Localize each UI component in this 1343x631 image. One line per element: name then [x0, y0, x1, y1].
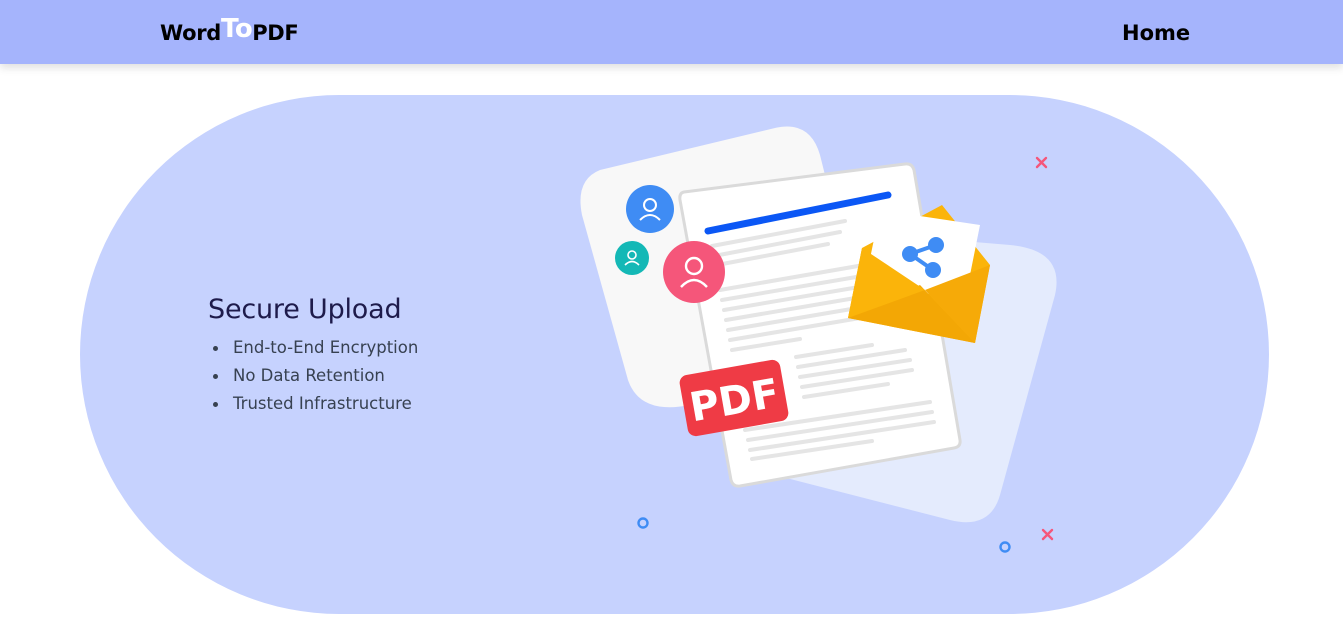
- user-icon: [615, 241, 649, 275]
- nav-home-link[interactable]: Home: [1122, 19, 1190, 47]
- ring-icon: [637, 517, 649, 529]
- ring-icon: [999, 541, 1011, 553]
- feature-block: Secure Upload End-to-End Encryption No D…: [208, 292, 418, 418]
- feature-title: Secure Upload: [208, 294, 402, 325]
- brand-logo[interactable]: WordToPDF: [160, 15, 299, 47]
- top-navbar: WordToPDF Home: [0, 0, 1343, 64]
- user-icon: [626, 185, 674, 233]
- sparkle-icon: [1041, 528, 1054, 541]
- user-icon: [663, 241, 725, 303]
- feature-item-encryption: End-to-End Encryption: [208, 334, 418, 362]
- feature-item-label: Trusted Infrastructure: [233, 394, 412, 413]
- feature-list: End-to-End Encryption No Data Retention …: [208, 334, 418, 418]
- feature-item-infrastructure: Trusted Infrastructure: [208, 390, 418, 418]
- bullet: [213, 402, 218, 407]
- feature-item-label: End-to-End Encryption: [233, 338, 419, 357]
- logo-to: To: [221, 14, 253, 44]
- bullet: [213, 374, 218, 379]
- feature-item-label: No Data Retention: [233, 366, 385, 385]
- logo-pdf: PDF: [252, 21, 299, 45]
- logo-word: Word: [160, 21, 222, 45]
- sparkle-icon: [1035, 156, 1048, 169]
- feature-item-retention: No Data Retention: [208, 362, 418, 390]
- bullet: [213, 346, 218, 351]
- secure-upload-illustration: PDF: [580, 126, 1057, 553]
